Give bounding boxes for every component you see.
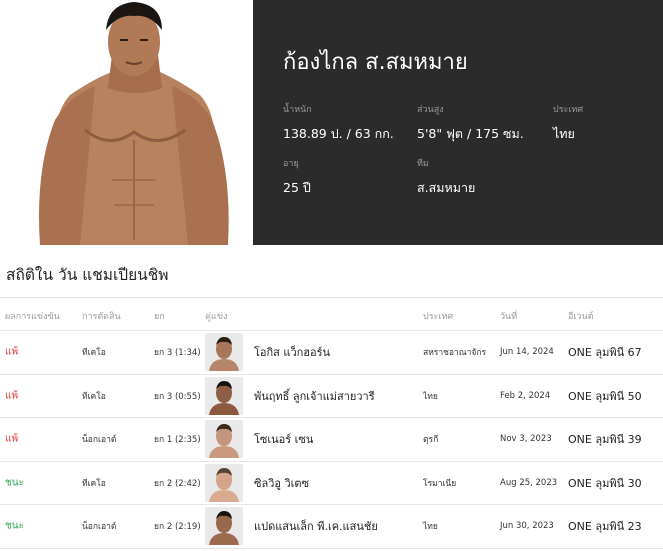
fighter-header: ก้องไกล ส.สมหมาย น้ำหนัก 138.89 ป. / 63 … [0,0,663,245]
header-method: การตัดสิน [82,312,121,322]
date-text: Feb 2, 2024 [500,390,551,401]
stat-age: อายุ 25 ปี [283,156,311,198]
stat-age-label: อายุ [283,159,299,169]
date-text: Nov 3, 2023 [500,434,552,445]
stat-weight-label: น้ำหนัก [283,105,312,115]
table-row[interactable]: แพ้ ทีเคโอ ยก 3 (1:34) โอกิส แว็กฮอร์น ส… [0,331,663,375]
fight-record-table: ผลการแข่งขัน การตัดสิน ยก คู่แข่ง ประเทศ… [0,297,663,549]
round-text: ยก 2 (2:19) [154,522,201,533]
method-text: ทีเคโอ [82,391,106,402]
country-text: โรมาเนีย [423,478,457,489]
fighter-name: ก้องไกล ส.สมหมาย [283,50,468,75]
country-text: สหราชอาณาจักร [423,348,487,359]
method-text: น็อกเอาต์ [82,522,117,533]
result-text: แพ้ [5,433,19,445]
opponent-name[interactable]: พันฤทธิ์ ลูกเจ้าแม่สายวารี [254,387,375,405]
date-text: Jun 14, 2024 [500,347,554,358]
header-round: ยก [154,312,165,322]
event-link[interactable]: ONE ลุมพินี 30 [568,474,642,492]
stat-country: ประเทศ ไทย [553,102,583,144]
header-event: อีเวนต์ [568,312,594,322]
opponent-name[interactable]: แปดแสนเล็ก พี.เค.แสนชัย [254,517,378,535]
fighter-info-panel: ก้องไกล ส.สมหมาย น้ำหนัก 138.89 ป. / 63 … [253,0,663,245]
stat-height-label: ส่วนสูง [417,105,444,115]
event-link[interactable]: ONE ลุมพินี 50 [568,387,642,405]
result-text: แพ้ [5,346,19,358]
fighter-portrait-image [39,2,229,245]
stat-age-value: 25 ปี [283,180,311,195]
opponent-avatar[interactable] [205,333,243,372]
method-text: น็อกเอาต์ [82,435,117,446]
opponent-avatar[interactable] [205,376,243,415]
result-text: ชนะ [5,477,24,489]
method-text: ทีเคโอ [82,478,106,489]
date-text: Jun 30, 2023 [500,521,554,532]
opponent-avatar[interactable] [205,507,243,546]
opponent-name[interactable]: ซิลวิอู วิเตซ [254,474,309,492]
event-link[interactable]: ONE ลุมพินี 23 [568,517,642,535]
stat-height-value: 5'8" ฟุต / 175 ซม. [417,126,524,141]
table-row[interactable]: ชนะ น็อกเอาต์ ยก 2 (2:19) แปดแสนเล็ก พี.… [0,505,663,549]
stat-weight: น้ำหนัก 138.89 ป. / 63 กก. [283,102,394,144]
result-text: ชนะ [5,520,24,532]
stat-team-value: ส.สมหมาย [417,180,476,195]
round-text: ยก 2 (2:42) [154,478,201,489]
stat-team: ทีม ส.สมหมาย [417,156,475,198]
event-link[interactable]: ONE ลุมพินี 39 [568,430,642,448]
round-text: ยก 1 (2:35) [154,435,201,446]
fighter-photo [0,0,253,245]
table-header: ผลการแข่งขัน การตัดสิน ยก คู่แข่ง ประเทศ… [0,297,663,331]
country-text: ไทย [423,522,438,533]
stat-team-label: ทีม [417,159,429,169]
round-text: ยก 3 (0:55) [154,391,201,402]
header-country: ประเทศ [423,312,454,322]
date-text: Aug 25, 2023 [500,477,558,488]
event-link[interactable]: ONE ลุมพินี 67 [568,343,642,361]
stat-country-value: ไทย [553,126,575,141]
stat-height: ส่วนสูง 5'8" ฟุต / 175 ซม. [417,102,524,144]
stat-country-label: ประเทศ [553,105,584,115]
header-result: ผลการแข่งขัน [5,312,60,322]
opponent-name[interactable]: โซเนอร์ เซน [254,430,313,448]
country-text: ตุรกี [423,435,439,446]
round-text: ยก 3 (1:34) [154,348,201,359]
table-row[interactable]: แพ้ ทีเคโอ ยก 3 (0:55) พันฤทธิ์ ลูกเจ้าแ… [0,375,663,418]
header-opponent: คู่แข่ง [205,312,228,322]
country-text: ไทย [423,391,438,402]
header-date: วันที่ [500,312,518,322]
opponent-name[interactable]: โอกิส แว็กฮอร์น [254,343,330,361]
records-title: สถิติใน วัน แชมเปียนชิพ [6,266,169,284]
table-row[interactable]: ชนะ ทีเคโอ ยก 2 (2:42) ซิลวิอู วิเตซ โรม… [0,462,663,505]
stat-weight-value: 138.89 ป. / 63 กก. [283,126,394,141]
method-text: ทีเคโอ [82,348,106,359]
opponent-avatar[interactable] [205,463,243,502]
result-text: แพ้ [5,390,19,402]
table-row[interactable]: แพ้ น็อกเอาต์ ยก 1 (2:35) โซเนอร์ เซน ตุ… [0,418,663,462]
opponent-avatar[interactable] [205,420,243,459]
